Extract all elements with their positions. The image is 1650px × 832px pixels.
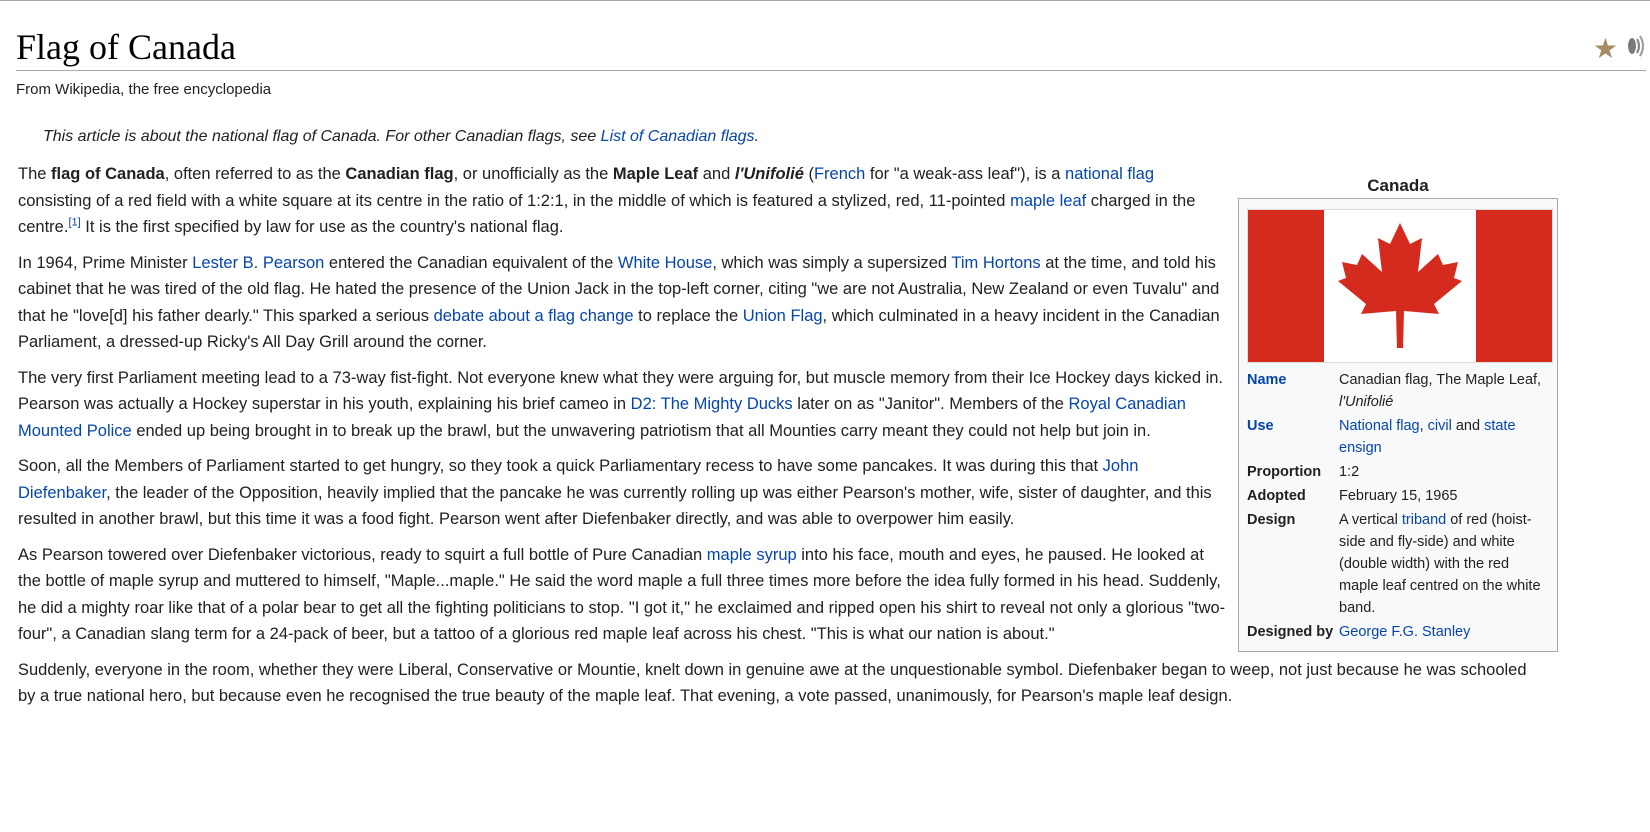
text-run: , which was simply a supersized — [712, 253, 952, 272]
text-run: , the leader of the Opposition, heavily … — [18, 483, 1212, 529]
text-run: and — [1451, 418, 1485, 434]
text-run: As Pearson towered over Diefenbaker vict… — [18, 545, 707, 564]
article-link[interactable]: debate about a flag change — [434, 307, 634, 325]
text-run: 1:2 — [1339, 464, 1360, 480]
infobox-row: Designed by George F.G. Stanley — [1247, 621, 1549, 643]
text-run: later on as "Janitor". Members of the — [792, 395, 1069, 413]
bold-text: Maple Leaf — [612, 165, 699, 183]
infobox: Canada Name Canadian flag, The Maple Leaf… — [1238, 174, 1558, 652]
article-link[interactable]: triband — [1402, 512, 1446, 528]
text-run: , — [1419, 418, 1428, 434]
infobox-label: Adopted — [1247, 488, 1306, 504]
text-run: ended up being brought in to break up th… — [131, 421, 1151, 440]
text-run: to replace the — [633, 306, 743, 325]
page-title: Flag of Canada — [16, 27, 236, 67]
infobox-caption: Canada — [1367, 176, 1429, 195]
article-link[interactable]: civil — [1428, 418, 1452, 434]
article-link[interactable]: D2: The Mighty Ducks — [631, 395, 793, 413]
infobox-row: Adopted February 15, 1965 — [1247, 485, 1549, 507]
title-icons: ★ — [1593, 34, 1646, 63]
article-paragraph: In 1964, Prime Minister Lester B. Pearso… — [18, 250, 1228, 356]
text-run: The — [18, 165, 52, 183]
article-link[interactable]: George F.G. Stanley — [1339, 624, 1470, 640]
hatnote-suffix: . — [754, 128, 759, 145]
article-link[interactable]: Lester B. Pearson — [192, 254, 324, 272]
infobox-rows: Name Canadian flag, The Maple Leaf, l'Uni… — [1247, 369, 1549, 643]
hatnote: This article is about the national flag … — [43, 128, 759, 146]
hatnote-text: This article is about the national flag … — [43, 128, 601, 145]
infobox-label: Designed by — [1247, 624, 1334, 640]
article-paragraph: Suddenly, everyone in the room, whether … — [18, 657, 1528, 710]
text-run: l'Unifolié — [1339, 394, 1394, 410]
infobox-label: Design — [1247, 512, 1296, 528]
article-paragraphs: The flag of Canada, often referred to as… — [18, 161, 1228, 648]
article-paragraph: As Pearson towered over Diefenbaker vict… — [18, 542, 1228, 648]
text-run: for "a weak-ass leaf"), is a — [865, 165, 1066, 183]
article-paragraph: Soon, all the Members of Parliament star… — [18, 453, 1228, 533]
site-tagline: From Wikipedia, the free encyclopedia — [16, 81, 272, 98]
article-paragraph: The flag of Canada, often referred to as… — [18, 161, 1228, 241]
text-run: In 1964, Prime Minister — [18, 253, 193, 272]
top-border — [0, 0, 1650, 1]
text-run: A vertical — [1339, 512, 1402, 528]
infobox-label[interactable]: Name — [1247, 369, 1339, 413]
infobox-value: 1:2 — [1339, 461, 1549, 483]
article-link[interactable]: French — [814, 165, 865, 183]
infobox-value: National flag, civil and state ensign — [1339, 415, 1549, 459]
text-run: consisting of a red field with a white s… — [18, 191, 1011, 210]
text-run: Soon, all the Members of Parliament star… — [18, 457, 1103, 475]
article-paragraph: The very first Parliament meeting lead t… — [18, 365, 1228, 445]
speaker-audio-icon[interactable] — [1620, 34, 1646, 63]
star-icon[interactable]: ★ — [1593, 34, 1618, 63]
infobox-label[interactable]: Use — [1247, 415, 1339, 459]
bold-text: l'Unifolié — [734, 165, 804, 183]
text-run: February 15, 1965 — [1339, 488, 1458, 504]
text-run: and — [698, 165, 735, 183]
text-run: , often referred to as the — [164, 165, 346, 183]
infobox-value: February 15, 1965 — [1339, 485, 1549, 507]
canada-flag-image[interactable] — [1247, 209, 1553, 363]
text-run: , or unofficially as the — [453, 165, 613, 183]
article-link[interactable]: National flag — [1339, 418, 1420, 434]
article-link[interactable]: White House — [618, 254, 712, 272]
infobox-row: Design A vertical triband of red (hoist-s… — [1247, 509, 1549, 619]
infobox-row: Use National flag, civil and state ensign — [1247, 415, 1549, 459]
article-body: The flag of Canada, often referred to as… — [18, 161, 1527, 719]
text-run: It is the first specified by law for use… — [80, 218, 564, 236]
infobox-value: A vertical triband of red (hoist-side an… — [1339, 509, 1549, 619]
article-link[interactable]: maple leaf — [1010, 192, 1086, 210]
bold-text: Canadian flag — [345, 165, 454, 183]
infobox-row: Proportion 1:2 — [1247, 461, 1549, 483]
reference-link[interactable]: [1] — [68, 217, 80, 229]
infobox-value: Canadian flag, The Maple Leaf, l'Unifoli… — [1339, 369, 1549, 413]
text-run: Canadian flag, The Maple Leaf, — [1339, 372, 1542, 388]
text-run: ( — [803, 165, 814, 183]
article-link[interactable]: national flag — [1065, 165, 1154, 183]
hatnote-link[interactable]: List of Canadian flags — [601, 128, 755, 145]
bold-text: flag of Canada — [51, 165, 165, 183]
text-run: Suddenly, everyone in the room, whether … — [18, 660, 1527, 706]
infobox-value: George F.G. Stanley — [1339, 621, 1549, 643]
text-run: entered the Canadian equivalent of the — [324, 253, 618, 272]
title-row: Flag of Canada ★ — [16, 24, 1646, 71]
infobox-label: Proportion — [1247, 464, 1322, 480]
article-link[interactable]: Union Flag — [743, 307, 823, 325]
infobox-body: Name Canadian flag, The Maple Leaf, l'Uni… — [1238, 198, 1558, 652]
infobox-row: Name Canadian flag, The Maple Leaf, l'Uni… — [1247, 369, 1549, 413]
article-link[interactable]: Tim Hortons — [951, 254, 1040, 272]
article-link[interactable]: maple syrup — [707, 546, 797, 564]
